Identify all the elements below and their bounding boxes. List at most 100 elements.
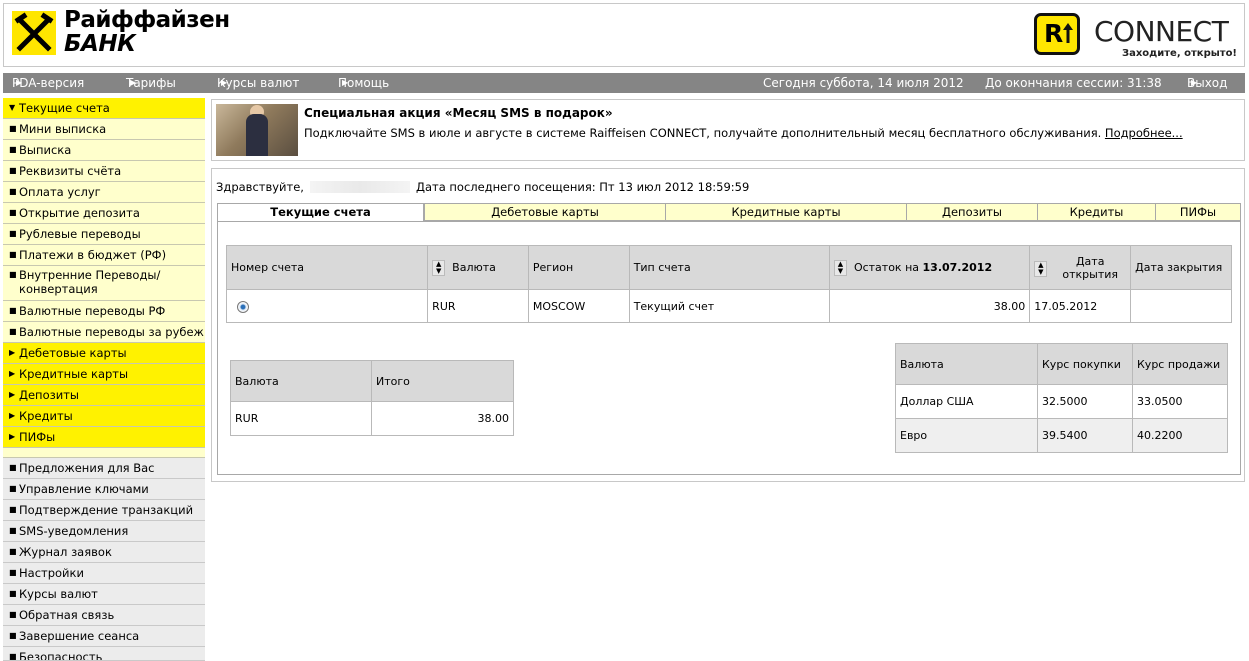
sidebar-item-label: Платежи в бюджет (РФ) bbox=[19, 248, 167, 262]
connect-wordmark: CONNECT bbox=[1094, 15, 1229, 48]
bank-name-line1: Райффайзен bbox=[64, 7, 230, 33]
sidebar-item-label: Курсы валют bbox=[19, 587, 98, 601]
bullet-icon: ■ bbox=[9, 229, 17, 238]
sidebar-item-currency-transfers-rf[interactable]: ■ Валютные переводы РФ bbox=[3, 301, 205, 322]
bullet-icon: ■ bbox=[9, 250, 17, 259]
col-opened[interactable]: ▲ ▼ Дата открытия bbox=[1029, 245, 1132, 290]
arrow-up-icon bbox=[1062, 21, 1074, 48]
sidebar-item-deposits[interactable]: ▶ Депозиты bbox=[3, 385, 205, 406]
sort-icon[interactable]: ▲ ▼ bbox=[833, 259, 847, 276]
sidebar-item-sms-notifications[interactable]: ■ SMS-уведомления bbox=[3, 521, 205, 542]
tab-loans[interactable]: Кредиты bbox=[1037, 203, 1156, 221]
promo-photo bbox=[216, 104, 298, 156]
sidebar-item-current-accounts[interactable]: ▼ Текущие счета bbox=[3, 98, 205, 119]
sidebar-item-ruble-transfers[interactable]: ■ Рублевые переводы bbox=[3, 224, 205, 245]
greeting: Здравствуйте, Дата последнего посещения: … bbox=[216, 180, 749, 194]
raiffeisen-logo-icon bbox=[12, 11, 56, 55]
sidebar-item-credit-cards[interactable]: ▶ Кредитные карты bbox=[3, 364, 205, 385]
sidebar-item-label: Рублевые переводы bbox=[19, 227, 141, 241]
sidebar-item-budget-payments[interactable]: ■ Платежи в бюджет (РФ) bbox=[3, 245, 205, 266]
bullet-icon: ■ bbox=[9, 327, 17, 336]
bullet-icon: ■ bbox=[9, 463, 17, 472]
promo-photo-person-body bbox=[246, 114, 268, 156]
bullet-icon: ■ bbox=[9, 568, 17, 577]
sidebar-item-security[interactable]: ■ Безопасность bbox=[3, 647, 205, 661]
sidebar-item-label: SMS-уведомления bbox=[19, 524, 129, 538]
promo-more-link[interactable]: Подробнее... bbox=[1105, 126, 1183, 140]
col-currency[interactable]: ▲ ▼ Валюта bbox=[427, 245, 529, 290]
table-row[interactable]: RUR MOSCOW Текущий счет 38.00 17.05.2012 bbox=[225, 289, 1232, 323]
triangle-right-icon: ▶ bbox=[9, 432, 16, 441]
triangle-right-icon: ▶ bbox=[9, 348, 16, 357]
sidebar-item-internal-transfers[interactable]: ■ Внутренние Переводы/ конвертация bbox=[3, 266, 205, 301]
cell-sell-rate: 40.2200 bbox=[1132, 418, 1228, 453]
cell-total-currency: RUR bbox=[230, 401, 372, 436]
sidebar-item-key-management[interactable]: ■ Управление ключами bbox=[3, 479, 205, 500]
connect-letter: R bbox=[1044, 19, 1064, 48]
sidebar-item-label: Текущие счета bbox=[19, 101, 110, 115]
triangle-right-icon: ▶ bbox=[342, 78, 349, 87]
today-date: Сегодня суббота, 14 июля 2012 bbox=[763, 76, 964, 90]
rates-table-header: Валюта Курс покупки Курс продажи bbox=[895, 343, 1228, 385]
sidebar-item-label: Кредиты bbox=[19, 409, 73, 423]
sidebar-item-open-deposit[interactable]: ■ Открытие депозита bbox=[3, 203, 205, 224]
tab-mutual-funds[interactable]: ПИФы bbox=[1155, 203, 1241, 221]
sidebar-item-feedback[interactable]: ■ Обратная связь bbox=[3, 605, 205, 626]
cell-buy-rate: 32.5000 bbox=[1037, 384, 1133, 419]
accounts-table-header: Номер счета ▲ ▼ Валюта Регион Тип счета ▲ ▼… bbox=[225, 245, 1232, 290]
col-buy-rate: Курс покупки bbox=[1037, 343, 1133, 385]
col-opened-label: Дата открытия bbox=[1062, 254, 1119, 281]
sidebar-item-settings[interactable]: ■ Настройки bbox=[3, 563, 205, 584]
sort-icon[interactable]: ▲ ▼ bbox=[432, 259, 446, 276]
tab-credit-cards[interactable]: Кредитные карты bbox=[665, 203, 907, 221]
sidebar-item-mutual-funds[interactable]: ▶ ПИФы bbox=[3, 427, 205, 448]
sidebar-item-debit-cards[interactable]: ▶ Дебетовые карты bbox=[3, 343, 205, 364]
bullet-icon: ■ bbox=[9, 270, 17, 279]
triangle-right-icon: ▶ bbox=[16, 78, 23, 87]
triangle-down-icon: ▼ bbox=[9, 103, 16, 112]
bullet-icon: ■ bbox=[9, 124, 17, 133]
sidebar-item-account-details[interactable]: ■ Реквизиты счёта bbox=[3, 161, 205, 182]
sidebar-item-transaction-confirm[interactable]: ■ Подтверждение транзакций bbox=[3, 500, 205, 521]
col-balance[interactable]: ▲ ▼ Остаток на 13.07.2012 bbox=[828, 245, 1031, 290]
col-closed: Дата закрытия bbox=[1130, 245, 1232, 290]
totals-table: Валюта Итого RUR 38.00 bbox=[230, 360, 514, 436]
sidebar-item-request-log[interactable]: ■ Журнал заявок bbox=[3, 542, 205, 563]
tab-deposits[interactable]: Депозиты bbox=[906, 203, 1038, 221]
table-row: Доллар США 32.5000 33.0500 bbox=[895, 384, 1228, 419]
cell-account-type: Текущий счет bbox=[628, 289, 830, 323]
tab-debit-cards[interactable]: Дебетовые карты bbox=[424, 203, 666, 221]
nav-rates-label: Курсы валют bbox=[217, 76, 300, 90]
accounts-table: Номер счета ▲ ▼ Валюта Регион Тип счета ▲ ▼… bbox=[225, 245, 1232, 323]
triangle-right-icon: ▶ bbox=[9, 390, 16, 399]
sort-icon[interactable]: ▲ ▼ bbox=[1034, 260, 1048, 277]
sidebar-item-pay-services[interactable]: ■ Оплата услуг bbox=[3, 182, 205, 203]
sidebar-yellow-footer bbox=[3, 448, 205, 458]
main-panel: Здравствуйте, Дата последнего посещения: … bbox=[211, 168, 1245, 482]
sidebar-item-loans[interactable]: ▶ Кредиты bbox=[3, 406, 205, 427]
bullet-icon: ■ bbox=[9, 484, 17, 493]
sidebar-item-label: Мини выписка bbox=[19, 122, 107, 136]
last-visit: Дата последнего посещения: Пт 13 июл 201… bbox=[415, 180, 750, 194]
sidebar-item-offers[interactable]: ■ Предложения для Вас bbox=[3, 458, 205, 479]
tab-current-accounts[interactable]: Текущие счета bbox=[217, 203, 424, 222]
exchange-rates-table: Валюта Курс покупки Курс продажи Доллар … bbox=[895, 343, 1228, 453]
triangle-right-icon: ▶ bbox=[221, 78, 228, 87]
cell-buy-rate: 39.5400 bbox=[1037, 418, 1133, 453]
sidebar-item-statement[interactable]: ■ Выписка bbox=[3, 140, 205, 161]
sidebar-item-end-session[interactable]: ■ Завершение сеанса bbox=[3, 626, 205, 647]
sidebar-item-label: Управление ключами bbox=[19, 482, 149, 496]
bullet-icon: ■ bbox=[9, 631, 17, 640]
sidebar-item-label: Подтверждение транзакций bbox=[19, 503, 194, 517]
session-timer: До окончания сессии: 31:38 bbox=[985, 76, 1162, 90]
sidebar-item-currency-transfers-abroad[interactable]: ■ Валютные переводы за рубеж bbox=[3, 322, 205, 343]
promo-text-body: Подключайте SMS в июле и августе в систе… bbox=[304, 126, 1102, 140]
bank-name: Райффайзен БАНК bbox=[64, 8, 230, 56]
account-radio[interactable] bbox=[237, 300, 249, 313]
sidebar-item-exchange-rates[interactable]: ■ Курсы валют bbox=[3, 584, 205, 605]
bullet-icon: ■ bbox=[9, 306, 17, 315]
sidebar-item-label: Предложения для Вас bbox=[19, 461, 155, 475]
bullet-icon: ■ bbox=[9, 610, 17, 619]
sidebar-item-mini-statement[interactable]: ■ Мини выписка bbox=[3, 119, 205, 140]
connect-slogan: Заходите, открыто! bbox=[1122, 48, 1237, 59]
